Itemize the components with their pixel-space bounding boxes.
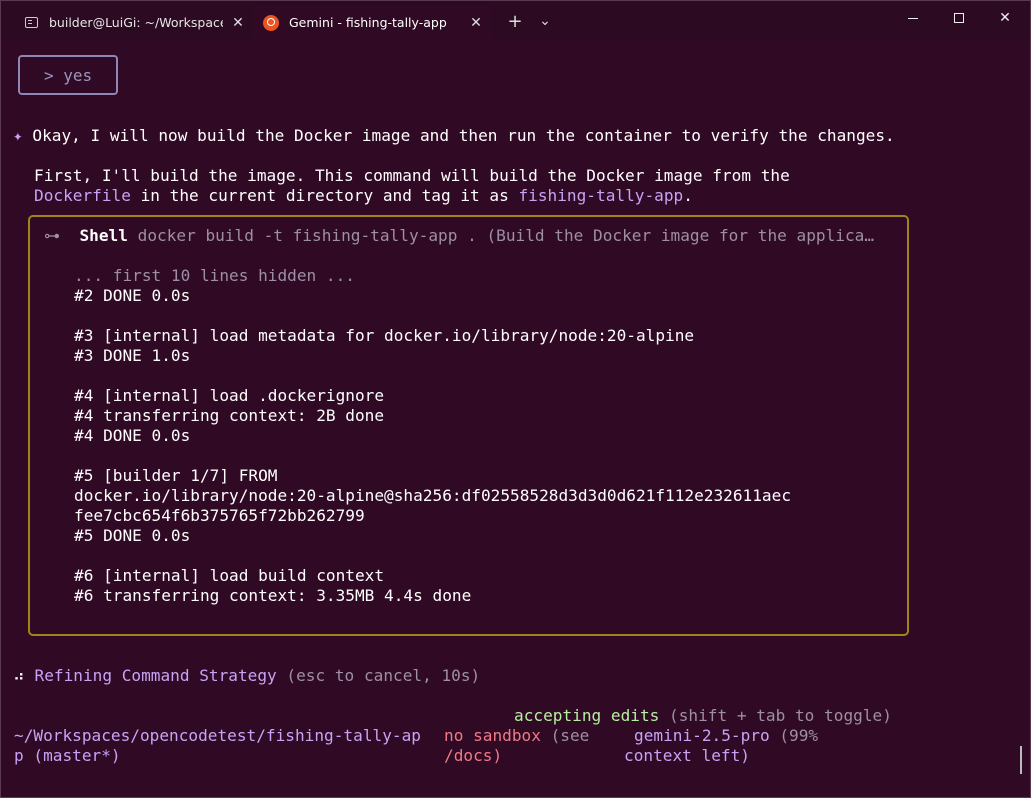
shell-icon: ⊶ — [44, 226, 61, 245]
terminal-window: builder@LuiGi: ~/Workspaces/ ✕ Gemini - … — [0, 0, 1031, 798]
tab-label: builder@LuiGi: ~/Workspaces/ — [49, 15, 223, 30]
shell-output-line: #4 [internal] load .dockerignore — [74, 386, 385, 405]
scrollbar[interactable] — [1020, 746, 1022, 774]
explain-period: . — [683, 186, 693, 205]
dockerfile-ref: Dockerfile — [34, 186, 131, 205]
sandbox-line-1: no sandbox (see — [444, 726, 589, 746]
sandbox-hint: (see — [540, 726, 590, 745]
tab-close-icon[interactable]: ✕ — [223, 15, 253, 31]
cancel-hint: (esc to cancel, 10s) — [276, 666, 481, 685]
maximize-icon — [954, 13, 964, 23]
tab-label: Gemini - fishing-tally-app — [289, 15, 447, 30]
cwd-path-line-1: ~/Workspaces/opencodetest/fishing-tally-… — [14, 726, 421, 745]
shell-output-line: docker.io/library/node:20-alpine@sha256:… — [74, 486, 792, 505]
cwd-path-line-2: p (master*) — [14, 746, 121, 765]
shell-command: docker build -t fishing-tally-app . (Bui… — [137, 226, 875, 245]
accepting-edits-line: accepting edits (shift + tab to toggle) — [514, 706, 892, 726]
tab-close-icon[interactable]: ✕ — [461, 15, 491, 31]
shell-label: Shell — [79, 226, 128, 245]
shell-output-line: #3 [internal] load metadata for docker.i… — [74, 326, 695, 345]
sandbox-line-2: /docs) — [444, 746, 503, 765]
explain-line-2: Dockerfile in the current directory and … — [34, 186, 693, 206]
minimize-icon — [908, 17, 918, 19]
shell-output-line: #2 DONE 0.0s — [74, 286, 191, 305]
assistant-message-line: ✦ Okay, I will now build the Docker imag… — [13, 126, 895, 146]
model-name: gemini-2.5-pro — [634, 726, 770, 745]
explain-line-1: First, I'll build the image. This comman… — [34, 166, 790, 185]
hidden-lines-note: ... first 10 lines hidden ... — [74, 266, 355, 285]
model-line-2: context left) — [624, 746, 750, 765]
accepting-edits-hint: (shift + tab to toggle) — [659, 706, 892, 725]
close-window-button[interactable]: ✕ — [982, 5, 1028, 31]
maximize-button[interactable] — [936, 5, 982, 31]
shell-output-line: #6 transferring context: 3.35MB 4.4s don… — [74, 586, 472, 605]
shell-header: ⊶ Shell docker build -t fishing-tally-ap… — [44, 226, 874, 246]
tab-bar: builder@LuiGi: ~/Workspaces/ ✕ Gemini - … — [1, 1, 1030, 39]
terminal-icon — [23, 15, 39, 31]
gemini-star-icon: ✦ — [13, 126, 23, 145]
user-reply-box: > yes — [18, 55, 118, 95]
minimize-button[interactable] — [890, 5, 936, 31]
shell-output-line: #5 [builder 1/7] FROM — [74, 466, 278, 485]
status-line: ⠴ Refining Command Strategy (esc to canc… — [13, 666, 480, 686]
spinner-icon: ⠴ — [13, 666, 25, 685]
new-tab-button[interactable]: + — [502, 9, 528, 33]
ubuntu-icon — [263, 14, 279, 31]
sandbox-label: no sandbox — [444, 726, 541, 745]
shell-output-line: #4 DONE 0.0s — [74, 426, 191, 445]
shell-output-line: #5 DONE 0.0s — [74, 526, 191, 545]
explain-text: in the current directory and tag it as — [130, 186, 519, 205]
image-tag-ref: fishing-tally-app — [518, 186, 684, 205]
shell-output-line: #6 [internal] load build context — [74, 566, 385, 585]
shell-output-line: #4 transferring context: 2B done — [74, 406, 385, 425]
thought-title: Refining Command Strategy — [34, 666, 277, 685]
accepting-edits-label: accepting edits — [514, 706, 660, 725]
tab-gemini[interactable]: Gemini - fishing-tally-app ✕ — [253, 6, 491, 39]
tab-dropdown-button[interactable]: ⌄ — [532, 9, 558, 33]
shell-output-line: fee7cbc654f6b375765f72bb262799 — [74, 506, 365, 525]
shell-output-line: #3 DONE 1.0s — [74, 346, 191, 365]
model-line-1: gemini-2.5-pro (99% — [634, 726, 818, 746]
context-percent: (99% — [769, 726, 819, 745]
assistant-message: Okay, I will now build the Docker image … — [32, 126, 895, 145]
tab-builder[interactable]: builder@LuiGi: ~/Workspaces/ ✕ — [13, 6, 253, 39]
